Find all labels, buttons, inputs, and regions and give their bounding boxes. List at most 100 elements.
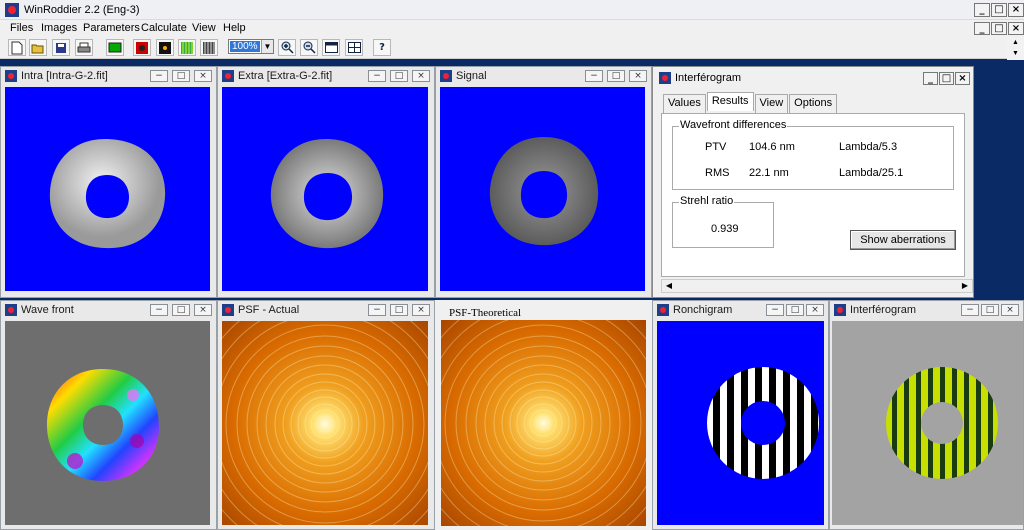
group-label: Wavefront differences [679, 119, 788, 131]
psf-actual-titlebar[interactable]: PSF - Actual − □ × [218, 301, 434, 319]
rms-label: RMS [705, 167, 730, 179]
close-button[interactable]: × [1008, 3, 1024, 17]
close-button[interactable]: × [194, 70, 212, 82]
toolbar-scroll[interactable]: ▲ ▼ [1007, 37, 1024, 62]
close-button[interactable]: × [194, 304, 212, 316]
strehl-group: Strehl ratio 0.939 [672, 195, 774, 248]
interferogram2-titlebar[interactable]: Interférogram − □ × [830, 301, 1023, 319]
menu-files[interactable]: Files [10, 22, 33, 34]
monitor-icon[interactable] [106, 39, 124, 56]
interferogram-panel[interactable]: Interférogram _ □ × Values Results View … [652, 66, 974, 298]
maximize-button[interactable]: □ [390, 304, 408, 316]
scroll-left-icon[interactable]: ◀ [662, 280, 676, 292]
minimize-button[interactable]: _ [974, 3, 990, 17]
maximize-button[interactable]: □ [786, 304, 804, 316]
menu-calculate[interactable]: Calculate [141, 22, 187, 34]
zoom-out-icon[interactable] [300, 39, 318, 56]
show-aberrations-button[interactable]: Show aberrations [850, 230, 956, 250]
mdi-close-button[interactable]: × [1008, 22, 1024, 35]
minimize-button[interactable]: − [766, 304, 784, 316]
rms-value: 22.1 nm [749, 167, 789, 179]
ronchigram-image [657, 321, 824, 525]
signal-titlebar[interactable]: Signal − □ × [436, 67, 651, 85]
scroll-down-icon[interactable]: ▼ [1007, 48, 1024, 59]
mdi-restore-button[interactable]: □ [991, 22, 1007, 35]
minimize-button[interactable]: − [150, 70, 168, 82]
extra-titlebar[interactable]: Extra [Extra-G-2.fit] − □ × [218, 67, 434, 85]
close-button[interactable]: × [412, 304, 430, 316]
wavefront-titlebar[interactable]: Wave front − □ × [1, 301, 216, 319]
maximize-button[interactable]: □ [981, 304, 999, 316]
intra-titlebar[interactable]: Intra [Intra-G-2.fit] − □ × [1, 67, 216, 85]
tab-view[interactable]: View [754, 94, 789, 113]
zoom-select[interactable]: 100% ▼ [228, 39, 274, 54]
maximize-button[interactable]: □ [939, 72, 954, 85]
menubar: Files Images Parameters Calculate View H… [0, 20, 1024, 37]
zoom-in-icon[interactable] [278, 39, 296, 56]
minimize-button[interactable]: − [585, 70, 603, 82]
window-icon [659, 72, 671, 84]
signal-image [440, 87, 647, 293]
window-title: Ronchigram [673, 304, 733, 316]
wavefront-window[interactable]: Wave front − □ × [0, 300, 217, 530]
minimize-button[interactable]: − [368, 304, 386, 316]
scroll-up-icon[interactable]: ▲ [1007, 37, 1024, 48]
mdi-minimize-button[interactable]: _ [974, 22, 990, 35]
tab-options[interactable]: Options [789, 94, 838, 113]
tab-values[interactable]: Values [663, 94, 706, 113]
maximize-button[interactable]: □ [991, 3, 1007, 17]
ronchigram-titlebar[interactable]: Ronchigram − □ × [653, 301, 828, 319]
menu-parameters[interactable]: Parameters [83, 22, 140, 34]
interferogram-image [832, 321, 1023, 525]
tab-strip: Values Results View Options [663, 92, 838, 113]
psf-actual-window[interactable]: PSF - Actual − □ × [217, 300, 435, 530]
ptv-label: PTV [705, 141, 727, 153]
tab-results[interactable]: Results [706, 92, 754, 111]
scroll-right-icon[interactable]: ▶ [958, 280, 972, 292]
tile-horizontal-icon[interactable] [322, 39, 340, 56]
intra-image [5, 87, 212, 293]
chevron-down-icon[interactable]: ▼ [261, 40, 273, 53]
window-icon [657, 304, 669, 316]
window-icon [834, 304, 846, 316]
window-icon [5, 304, 17, 316]
interferogram-icon[interactable] [178, 39, 196, 56]
maximize-button[interactable]: □ [172, 304, 190, 316]
maximize-button[interactable]: □ [607, 70, 625, 82]
open-folder-icon[interactable] [29, 39, 47, 56]
menu-images[interactable]: Images [41, 22, 77, 34]
extra-window[interactable]: Extra [Extra-G-2.fit] − □ × [217, 66, 435, 298]
minimize-button[interactable]: _ [923, 72, 938, 85]
menu-view[interactable]: View [192, 22, 216, 34]
print-icon[interactable] [75, 39, 93, 56]
menu-help[interactable]: Help [223, 22, 246, 34]
signal-window[interactable]: Signal − □ × [435, 66, 652, 298]
minimize-button[interactable]: − [150, 304, 168, 316]
psf-theoretical-window[interactable]: PSF-Theoretical [435, 300, 652, 530]
intra-window[interactable]: Intra [Intra-G-2.fit] − □ × [0, 66, 217, 298]
interferogram-window[interactable]: Interférogram − □ × [829, 300, 1024, 530]
save-icon[interactable] [52, 39, 70, 56]
ronchigram-window[interactable]: Ronchigram − □ × [652, 300, 829, 530]
psf-actual-image [222, 321, 430, 525]
close-button[interactable]: × [806, 304, 824, 316]
interferogram-titlebar[interactable]: Interférogram _ □ × [653, 67, 973, 89]
extra-image-icon[interactable] [156, 39, 174, 56]
close-button[interactable]: × [412, 70, 430, 82]
minimize-button[interactable]: − [961, 304, 979, 316]
maximize-button[interactable]: □ [172, 70, 190, 82]
close-button[interactable]: × [955, 72, 970, 85]
results-panel: Wavefront differences PTV 104.6 nm Lambd… [661, 113, 965, 277]
intra-image-icon[interactable] [133, 39, 151, 56]
maximize-button[interactable]: □ [390, 70, 408, 82]
horizontal-scrollbar[interactable]: ◀ ▶ [661, 279, 973, 293]
close-button[interactable]: × [629, 70, 647, 82]
ronchigram-icon[interactable] [200, 39, 218, 56]
tile-grid-icon[interactable] [345, 39, 363, 56]
minimize-button[interactable]: − [368, 70, 386, 82]
app-title: WinRoddier 2.2 (Eng-3) [24, 4, 140, 16]
new-file-icon[interactable] [8, 39, 26, 56]
help-button[interactable]: ? [373, 39, 391, 56]
window-title: Signal [456, 70, 487, 82]
close-button[interactable]: × [1001, 304, 1019, 316]
